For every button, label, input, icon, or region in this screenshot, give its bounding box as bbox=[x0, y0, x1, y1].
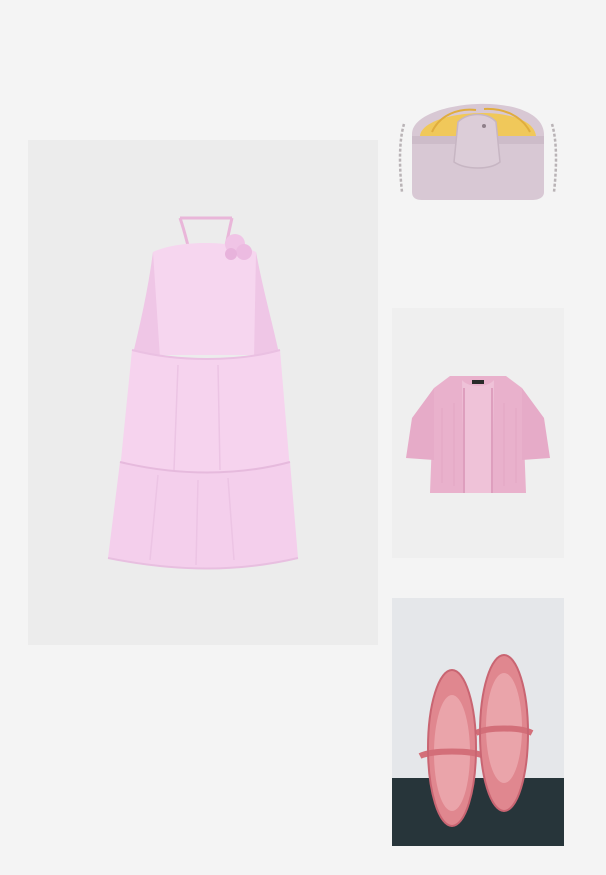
halter-tiered-dress-image bbox=[107, 216, 299, 570]
dress-product-tile[interactable] bbox=[28, 140, 378, 645]
ballet-flats-image bbox=[392, 598, 564, 846]
knit-cardigan-image bbox=[406, 376, 550, 493]
crossbody-bag-product-tile[interactable] bbox=[392, 74, 566, 220]
ballet-flats-product-tile[interactable] bbox=[392, 598, 564, 846]
crossbody-bag-image bbox=[398, 103, 558, 200]
cardigan-product-tile[interactable] bbox=[392, 308, 564, 558]
outfit-collage bbox=[0, 0, 606, 875]
